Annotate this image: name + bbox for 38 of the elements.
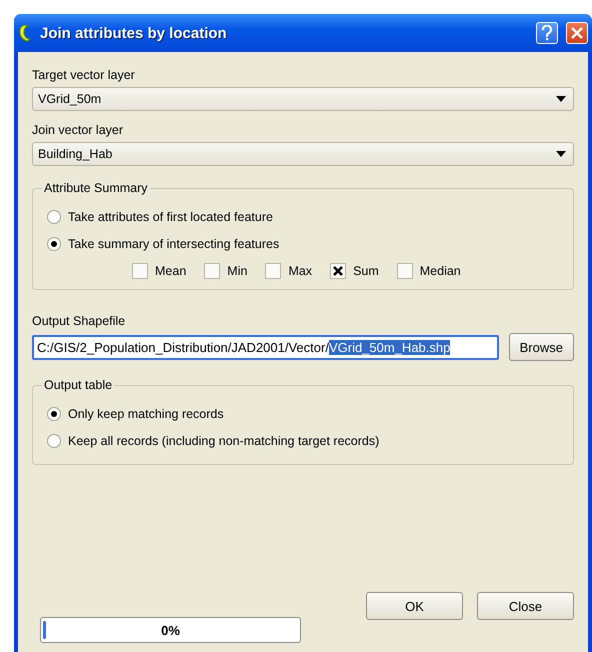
progress-reading: 0%: [161, 622, 180, 638]
field-label: Output Shapefile: [32, 314, 126, 328]
group-title: Output table: [42, 378, 114, 392]
checkbox-label: Mean: [155, 264, 186, 278]
group-title: Attribute Summary: [42, 181, 150, 195]
radio-label: Take attributes of first located feature: [68, 210, 273, 224]
checkbox[interactable]: [265, 263, 282, 279]
output-path-field[interactable]: C:/GIS/2_Population_Distribution/JAD2001/Vector/VGrid_50m_Hab.shp: [32, 334, 499, 360]
app-logo-icon: [18, 24, 32, 42]
dropdown-arrow-icon: [556, 151, 566, 157]
checkbox-label: Sum: [353, 264, 379, 278]
dialog-button[interactable]: OK: [366, 592, 463, 620]
checkbox[interactable]: [330, 263, 346, 279]
dialog-button[interactable]: Close: [477, 592, 574, 620]
checkbox-label: Max: [288, 264, 312, 278]
radio-button[interactable]: [47, 406, 61, 420]
checkbox[interactable]: [396, 263, 413, 279]
checkbox[interactable]: [132, 263, 148, 279]
field-label: Join vector layer: [32, 123, 124, 137]
radio-label: Keep all records (including non-matching target records): [68, 434, 380, 448]
help-icon: [541, 25, 553, 41]
target-layer-dropdown[interactable]: VGrid_50m: [32, 87, 574, 111]
checkbox-label: Median: [420, 264, 461, 278]
radio-button[interactable]: [47, 236, 61, 250]
dropdown-arrow-icon: [556, 96, 566, 102]
checkbox[interactable]: [204, 263, 220, 279]
help-button[interactable]: [536, 22, 558, 44]
radio-button[interactable]: [47, 210, 61, 224]
join-layer-dropdown[interactable]: Building_Hab: [32, 142, 574, 166]
radio-button[interactable]: [47, 434, 61, 448]
field-label: Target vector layer: [32, 68, 136, 82]
checkbox-label: Min: [227, 264, 248, 278]
radio-label: Take summary of intersecting features: [68, 236, 280, 250]
browse-button[interactable]: Browse: [508, 333, 574, 361]
close-button[interactable]: [566, 22, 588, 44]
close-icon: [571, 27, 583, 39]
window-title: Join attributes by location: [40, 24, 228, 42]
radio-label: Only keep matching records: [68, 406, 224, 420]
